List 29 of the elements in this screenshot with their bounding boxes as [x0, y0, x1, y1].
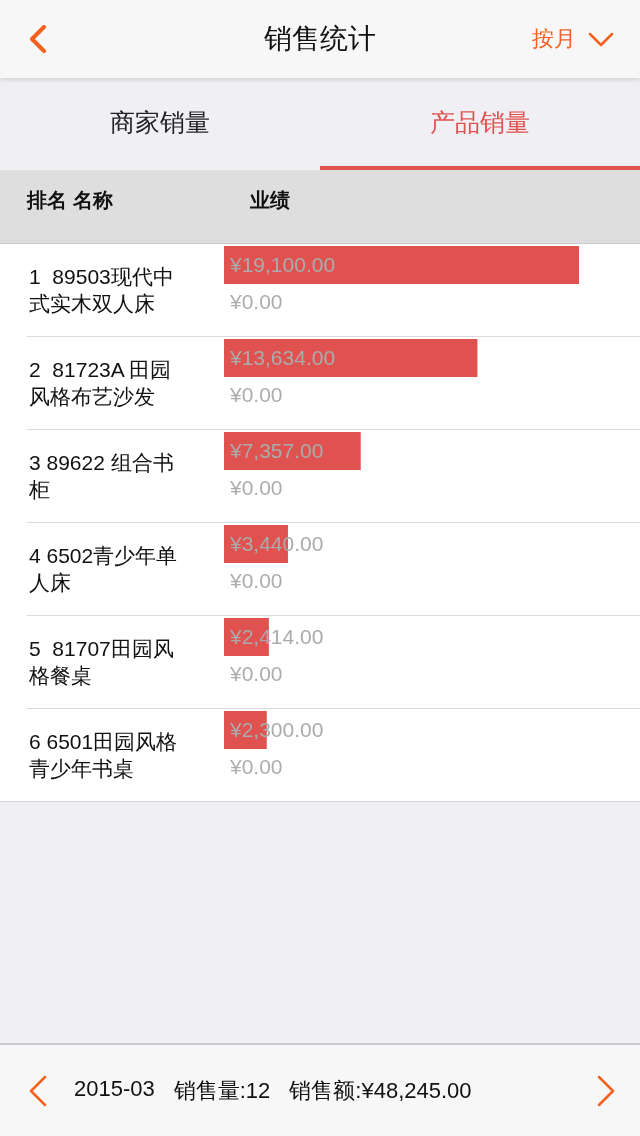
chevron-right-icon: [596, 1074, 616, 1107]
sales-amount: ¥7,357.00: [230, 442, 324, 460]
secondary-amount: ¥0.00: [230, 475, 283, 501]
chevron-left-icon: [28, 1074, 48, 1107]
sales-quantity: 销售量:12: [173, 1076, 271, 1105]
secondary-amount: ¥0.00: [230, 661, 283, 687]
secondary-amount: ¥0.00: [230, 568, 283, 594]
next-month-button[interactable]: [596, 1074, 616, 1107]
secondary-amount: ¥0.00: [230, 382, 283, 408]
back-icon: [28, 25, 48, 53]
previous-month-button[interactable]: [28, 1074, 48, 1107]
product-name: 5 81707田园风格餐桌: [29, 636, 175, 689]
column-header: 排名 名称: [27, 188, 114, 212]
product-name: 6 6501田园风格青少年书桌: [29, 729, 179, 782]
secondary-amount: ¥0.00: [230, 289, 283, 315]
product-name: 4 6502青少年单人床: [29, 543, 179, 596]
product-name: 3 89622 组合书柜: [29, 450, 175, 503]
chevron-down-icon: [588, 31, 614, 47]
column-header: 业绩: [250, 188, 290, 212]
sales-amount: ¥19,100.00: [230, 256, 336, 274]
product-name: 2 81723A 田园风格布艺沙发: [29, 357, 173, 410]
period-dropdown[interactable]: 按月: [532, 24, 614, 54]
month-label: 2015-03: [74, 1075, 155, 1103]
tab[interactable]: 商家销量: [0, 78, 320, 170]
sales-total: 销售额:¥48,245.00: [289, 1076, 472, 1105]
page-title: 销售统计: [264, 22, 376, 56]
sales-amount: ¥13,634.00: [230, 349, 336, 367]
product-name: 1 89503现代中式实木双人床: [29, 264, 175, 317]
secondary-amount: ¥0.00: [230, 754, 283, 780]
